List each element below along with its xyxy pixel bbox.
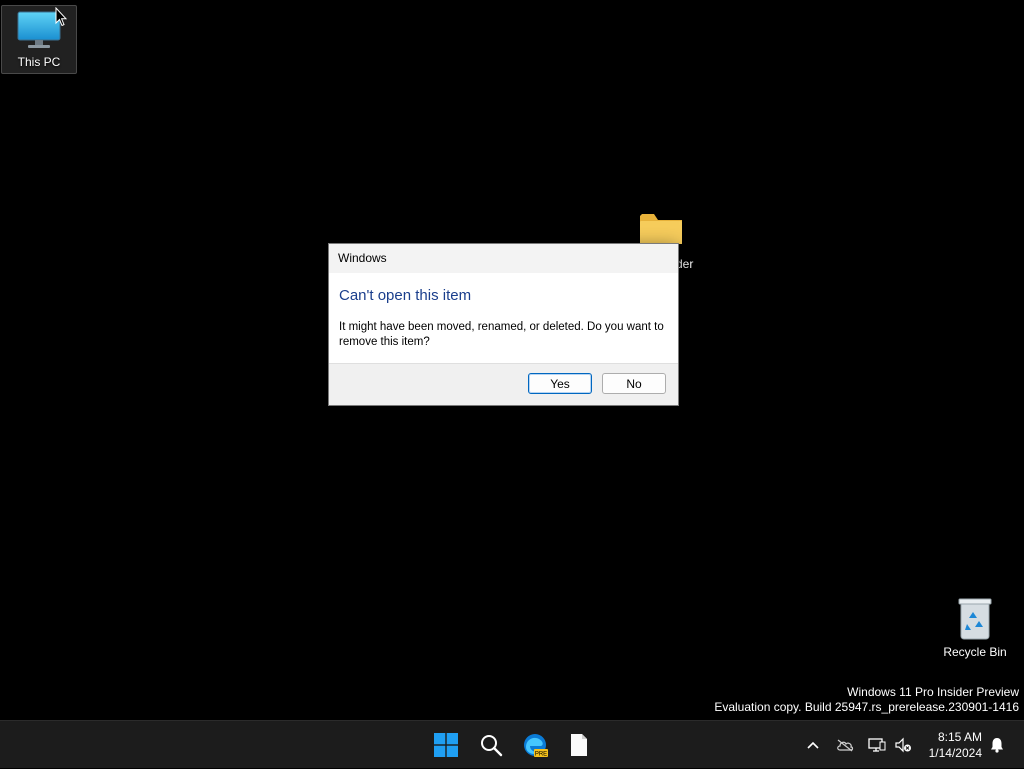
chevron-up-icon xyxy=(807,741,819,749)
desktop-icon-label: der xyxy=(676,257,694,271)
cloud-off-icon xyxy=(837,739,854,752)
edge-icon: PRE xyxy=(524,734,548,758)
edge-button[interactable]: PRE xyxy=(515,725,555,765)
file-button[interactable] xyxy=(559,725,599,765)
desktop-icon-label: This PC xyxy=(17,55,61,69)
dialog-footer: Yes No xyxy=(329,363,678,405)
document-icon xyxy=(571,734,587,756)
search-icon xyxy=(481,735,503,757)
windows-logo-icon xyxy=(434,733,458,757)
taskbar: PRE 8:15 AM 1/14/2024 xyxy=(0,720,1024,768)
search-button[interactable] xyxy=(471,725,511,765)
yes-button[interactable]: Yes xyxy=(528,373,592,394)
onedrive-tray[interactable] xyxy=(834,721,856,769)
bell-icon xyxy=(991,738,1003,753)
taskbar-clock[interactable]: 8:15 AM 1/14/2024 xyxy=(929,729,982,761)
folder-icon xyxy=(640,214,682,244)
mouse-cursor-icon xyxy=(55,7,67,27)
network-tray[interactable] xyxy=(866,721,888,769)
recycle-bin-icon xyxy=(958,598,992,640)
dialog-message: It might have been moved, renamed, or de… xyxy=(339,321,664,348)
show-hidden-icons-button[interactable] xyxy=(802,721,824,769)
edge-badge: PRE xyxy=(535,752,547,758)
clock-time: 8:15 AM xyxy=(937,730,982,744)
desktop-icon-recycle-bin[interactable]: Recycle Bin xyxy=(936,594,1014,664)
start-button[interactable] xyxy=(426,725,466,765)
clock-date: 1/14/2024 xyxy=(928,746,982,760)
build-watermark: Windows 11 Pro Insider Preview Evaluatio… xyxy=(714,685,1019,715)
network-icon xyxy=(868,738,886,752)
no-button[interactable]: No xyxy=(602,373,666,394)
dialog-heading: Can't open this item xyxy=(339,287,472,304)
watermark-line-2: Evaluation copy. Build 25947.rs_prerelea… xyxy=(714,700,1019,714)
desktop-icon-label: Recycle Bin xyxy=(943,645,1007,659)
watermark-line-1: Windows 11 Pro Insider Preview xyxy=(847,685,1019,699)
error-dialog: Windows Can't open this item It might ha… xyxy=(328,243,679,406)
notifications-button[interactable] xyxy=(986,721,1008,769)
volume-tray[interactable] xyxy=(892,721,914,769)
volume-muted-icon xyxy=(895,737,911,753)
dialog-titlebar[interactable]: Windows xyxy=(329,244,678,273)
